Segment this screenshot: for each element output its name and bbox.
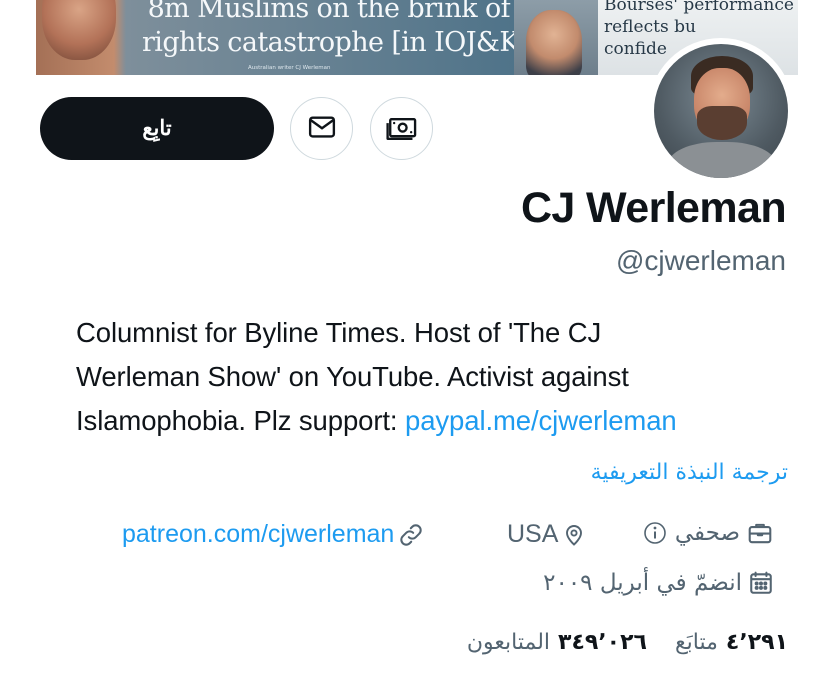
- category-text: صحفي: [674, 520, 740, 546]
- banner-portrait-2: [526, 10, 582, 75]
- banner-headline: 8m Muslims on the brink of rights catast…: [142, 0, 529, 60]
- calendar-icon: [748, 570, 774, 596]
- avatar-shirt: [668, 142, 776, 178]
- user-handle: @cjwerleman: [615, 245, 786, 276]
- translate-bio-link[interactable]: ترجمة النبذة التعريفية: [591, 460, 788, 485]
- subscribe-button[interactable]: [370, 97, 433, 160]
- bio-line: Columnist for Byline Times. Host of 'The…: [76, 317, 602, 348]
- join-date-text: انضمّ في أبريل ٢٠٠٩: [543, 570, 742, 596]
- banner-article-mid: [514, 0, 598, 75]
- follow-button[interactable]: تابِع: [40, 97, 274, 160]
- following-count: ٤٬٢٩١: [725, 630, 788, 655]
- profile-bio: Columnist for Byline Times. Host of 'The…: [76, 311, 796, 443]
- money-icon: [385, 112, 419, 146]
- profile-location: USA: [507, 520, 586, 549]
- briefcase-icon: [746, 520, 774, 546]
- banner-right-line2: reflects bu: [604, 17, 696, 37]
- bio-line: Werleman Show' on YouTube. Activist agai…: [76, 361, 629, 392]
- avatar-beard: [697, 106, 747, 140]
- followers-label: المتابعون: [466, 630, 551, 655]
- banner-article-left: 8m Muslims on the brink of rights catast…: [36, 0, 529, 75]
- website-link[interactable]: patreon.com/cjwerleman: [122, 520, 394, 549]
- following-label: متابَع: [674, 630, 718, 655]
- profile-join-date: انضمّ في أبريل ٢٠٠٩: [543, 570, 774, 596]
- banner-headline-line1: 8m Muslims on the brink of: [147, 0, 511, 24]
- location-text: USA: [507, 520, 559, 548]
- bio-line-text: Islamophobia. Plz support:: [76, 405, 406, 436]
- follow-stats: ٤٬٢٩١ متابَع ٣٤٩٬٠٢٦ المتابعون: [467, 630, 788, 655]
- banner-caption: Australian writer CJ Werleman: [248, 65, 331, 71]
- following-stat[interactable]: ٤٬٢٩١ متابَع: [675, 630, 788, 655]
- display-name: CJ Werleman: [520, 184, 787, 232]
- profile-category: صحفي: [643, 520, 774, 546]
- banner-right-line1: Bourses' performance: [604, 0, 794, 15]
- avatar-image: [654, 44, 788, 178]
- envelope-icon: [307, 112, 337, 146]
- followers-stat[interactable]: ٣٤٩٬٠٢٦ المتابعون: [467, 630, 647, 655]
- bio-line: Islamophobia. Plz support: paypal.me/cjw…: [76, 399, 796, 443]
- avatar[interactable]: [648, 38, 794, 184]
- info-icon[interactable]: [643, 521, 667, 545]
- bio-paypal-link[interactable]: paypal.me/cjwerleman: [405, 405, 677, 436]
- profile-website[interactable]: patreon.com/cjwerleman: [122, 520, 424, 549]
- banner-portrait: [42, 0, 116, 60]
- link-icon: [398, 522, 424, 548]
- location-pin-icon: [562, 522, 586, 548]
- banner-headline-line2: rights catastrophe [in IOJ&K]: [142, 27, 529, 58]
- message-button[interactable]: [290, 97, 353, 160]
- followers-count: ٣٤٩٬٠٢٦: [558, 630, 647, 655]
